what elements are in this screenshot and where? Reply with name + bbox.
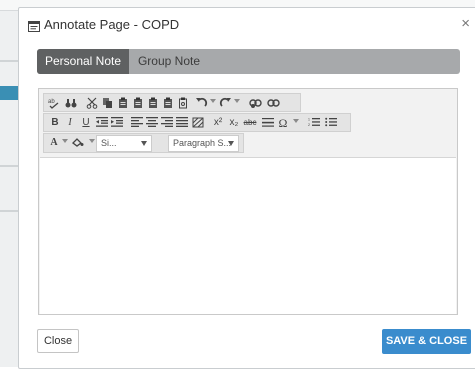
- horizontal-rule-icon[interactable]: [261, 115, 275, 131]
- annotate-dialog: Annotate Page - COPD × Personal Note Gro…: [18, 7, 475, 369]
- bold-button[interactable]: B: [50, 115, 60, 131]
- svg-text:ab: ab: [48, 99, 55, 105]
- tab-group-note[interactable]: Group Note: [129, 49, 209, 74]
- paragraph-style-value: Paragraph S...: [173, 138, 232, 148]
- window-icon: [28, 19, 40, 32]
- indent-icon[interactable]: [110, 115, 124, 131]
- cut-icon[interactable]: [85, 95, 99, 111]
- symbol-dropdown-icon[interactable]: [293, 119, 299, 123]
- align-center-icon[interactable]: [145, 115, 159, 131]
- paste-html-icon[interactable]: [161, 95, 175, 111]
- italic-button[interactable]: I: [65, 115, 75, 131]
- redo-icon[interactable]: [218, 95, 232, 111]
- redo-dropdown-icon[interactable]: [234, 99, 240, 103]
- font-color-button[interactable]: A: [49, 135, 59, 151]
- align-left-icon[interactable]: [130, 115, 144, 131]
- editor-content-area[interactable]: [40, 157, 456, 314]
- bulleted-list-icon[interactable]: [324, 115, 338, 131]
- outdent-icon[interactable]: [95, 115, 109, 131]
- paragraph-style-select[interactable]: Paragraph S...: [168, 135, 239, 152]
- backdrop-divider: [0, 210, 20, 212]
- undo-icon[interactable]: [194, 95, 208, 111]
- special-character-button[interactable]: Ω: [277, 115, 289, 131]
- svg-text:1: 1: [308, 118, 310, 122]
- close-icon[interactable]: ×: [461, 16, 470, 32]
- subscript-button[interactable]: x₂: [227, 115, 241, 131]
- link-icon[interactable]: [248, 95, 262, 111]
- rich-text-editor: ab B I U x² x₂ abc Ω 1 2 A Si... Paragra…: [38, 88, 458, 315]
- strikethrough-button[interactable]: abc: [242, 115, 258, 131]
- close-button[interactable]: Close: [37, 329, 79, 353]
- font-size-value: Si...: [101, 138, 117, 148]
- clear-format-icon[interactable]: [191, 115, 205, 131]
- svg-text:2: 2: [308, 123, 310, 127]
- spellcheck-icon[interactable]: ab: [47, 95, 61, 111]
- note-tabs: Personal Note Group Note: [37, 49, 460, 74]
- align-justify-icon[interactable]: [175, 115, 189, 131]
- unlink-icon[interactable]: [266, 95, 280, 111]
- chevron-down-icon: [141, 141, 147, 146]
- highlight-dropdown-icon[interactable]: [89, 139, 95, 143]
- backdrop-highlight-bar: [0, 86, 20, 100]
- font-size-select[interactable]: Si...: [96, 135, 152, 152]
- backdrop-divider: [0, 60, 20, 62]
- chevron-down-icon: [228, 141, 234, 146]
- superscript-button[interactable]: x²: [211, 115, 225, 131]
- dialog-titlebar: Annotate Page - COPD ×: [19, 8, 475, 42]
- find-icon[interactable]: [64, 95, 78, 111]
- paste-format-icon[interactable]: [176, 95, 190, 111]
- numbered-list-icon[interactable]: 12: [307, 115, 321, 131]
- paste-word-icon[interactable]: [146, 95, 160, 111]
- toolbar-row-3: A Si... Paragraph S...: [43, 133, 244, 153]
- undo-dropdown-icon[interactable]: [210, 99, 216, 103]
- font-color-dropdown-icon[interactable]: [62, 139, 68, 143]
- backdrop-divider: [0, 165, 20, 167]
- tab-personal-note[interactable]: Personal Note: [37, 49, 129, 74]
- paste-icon[interactable]: [116, 95, 130, 111]
- save-and-close-button[interactable]: SAVE & CLOSE: [382, 329, 471, 354]
- highlight-color-icon[interactable]: [71, 135, 85, 151]
- dialog-title: Annotate Page - COPD: [44, 17, 180, 32]
- copy-icon[interactable]: [101, 95, 115, 111]
- toolbar-row-1: ab: [43, 93, 301, 112]
- toolbar-row-2: B I U x² x₂ abc Ω 1 2: [43, 113, 351, 132]
- underline-button[interactable]: U: [81, 115, 91, 131]
- paste-text-icon[interactable]: [131, 95, 145, 111]
- align-right-icon[interactable]: [160, 115, 174, 131]
